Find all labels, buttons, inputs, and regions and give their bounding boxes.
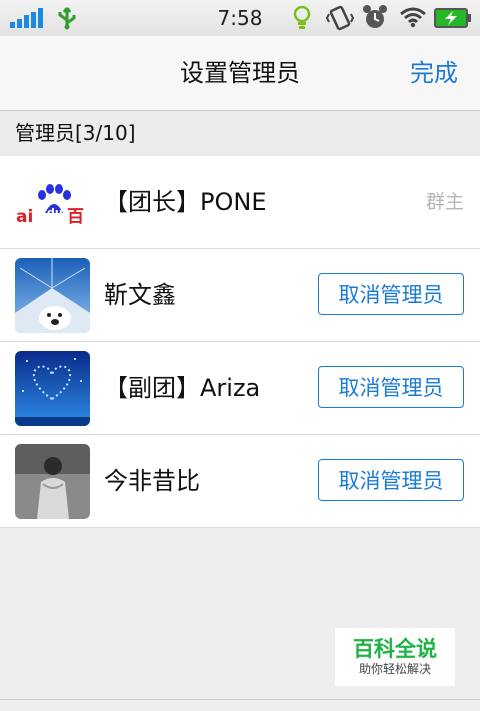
svg-text:du: du <box>47 206 63 219</box>
list-item-admin: 【副团】Ariza 取消管理员 <box>0 342 480 435</box>
remove-admin-button[interactable]: 取消管理员 <box>318 273 464 315</box>
wifi-icon <box>400 7 426 28</box>
member-name: 【副团】Ariza <box>104 374 261 402</box>
remove-admin-button[interactable]: 取消管理员 <box>318 459 464 501</box>
bottom-divider <box>0 699 480 700</box>
list-item-admin: 今非昔比 取消管理员 <box>0 435 480 528</box>
member-name: 靳文鑫 <box>104 281 176 309</box>
svg-text:ai: ai <box>16 207 33 227</box>
list-item-owner: ai du 百 【团长】PONE 群主 <box>0 156 480 249</box>
watermark-logo: 百科全说 助你轻松解决 <box>335 628 455 686</box>
navigation-bar: 设置管理员 完成 <box>0 36 480 111</box>
signal-strength-icon <box>10 8 43 28</box>
avatar-blue-heart-photo <box>15 351 90 426</box>
list-item-admin: 靳文鑫 取消管理员 <box>0 249 480 342</box>
vibrate-icon <box>326 5 354 31</box>
status-time: 7:58 <box>217 6 263 30</box>
usb-icon <box>58 7 76 30</box>
lightbulb-icon <box>293 5 311 29</box>
page-title: 设置管理员 <box>180 59 300 87</box>
svg-text:百: 百 <box>67 207 84 227</box>
avatar-polar-bear-photo <box>15 258 90 333</box>
remove-admin-button[interactable]: 取消管理员 <box>318 366 464 408</box>
watermark-title: 百科全说 <box>353 637 437 661</box>
avatar-gray-person-photo <box>15 444 90 519</box>
battery-charging-icon <box>434 8 471 28</box>
section-header: 管理员[3/10] <box>0 111 480 156</box>
status-bar: 7:58 <box>0 0 480 36</box>
group-owner-badge: 群主 <box>425 191 464 213</box>
alarm-clock-icon <box>363 5 387 28</box>
admin-list: ai du 百 【团长】PONE 群主 靳文鑫 取消管理员 【副团】Ariza … <box>0 156 480 528</box>
admin-count-label: 管理员[3/10] <box>15 121 136 145</box>
done-button[interactable]: 完成 <box>410 36 458 110</box>
avatar-baidu-logo: ai du 百 <box>15 165 90 240</box>
watermark-subtitle: 助你轻松解决 <box>358 662 431 676</box>
member-name: 今非昔比 <box>104 467 200 495</box>
member-name: 【团长】PONE <box>104 188 267 216</box>
